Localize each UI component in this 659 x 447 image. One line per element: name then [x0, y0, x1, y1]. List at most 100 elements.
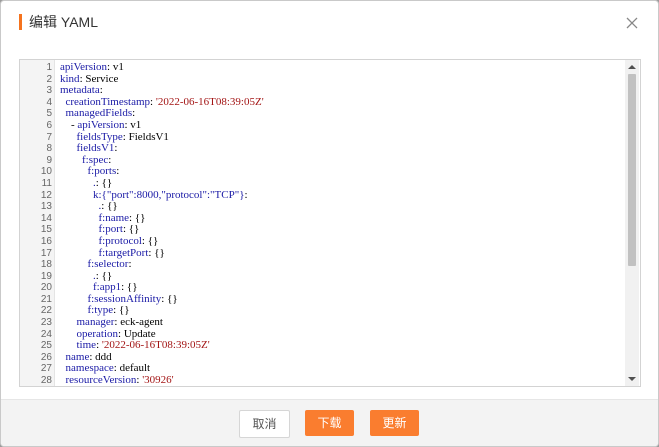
code-indent: - — [60, 118, 78, 131]
yaml-value: {} — [118, 304, 130, 317]
line-number: 4 — [46, 96, 52, 108]
yaml-key: namespace — [65, 362, 114, 375]
title-accent-bar — [19, 14, 22, 30]
code-area[interactable]: 1 apiVersion: v1 2 kind: Service 3 metadata: 4… — [41, 61, 264, 387]
line-number: 24 — [40, 328, 52, 340]
yaml-value: v1 — [112, 61, 124, 73]
yaml-key: f:type — [87, 304, 114, 317]
line-number: 9 — [46, 154, 52, 166]
close-icon[interactable] — [625, 16, 639, 30]
scroll-down-icon[interactable] — [625, 372, 639, 386]
dialog-title: 编辑 YAML — [29, 14, 98, 30]
yaml-value: '30926' — [142, 374, 174, 387]
scroll-up-icon[interactable] — [625, 60, 639, 74]
yaml-key: name — [65, 350, 90, 363]
yaml-key: f:sessionAffinity — [87, 292, 162, 305]
yaml-key: f:protocol — [98, 234, 142, 247]
vertical-scrollbar[interactable] — [625, 60, 639, 386]
yaml-separator: : — [114, 142, 118, 155]
line-number: 7 — [46, 131, 52, 143]
update-button[interactable]: 更新 — [370, 410, 419, 436]
line-number: 21 — [40, 293, 52, 305]
yaml-key: f:port — [98, 223, 123, 236]
line-number: 8 — [46, 143, 52, 155]
line-number: 14 — [40, 212, 52, 224]
line-number: 2 — [46, 73, 52, 85]
yaml-key: fieldsType — [76, 130, 123, 143]
scrollbar-thumb[interactable] — [628, 74, 636, 266]
yaml-value: {} — [126, 281, 138, 294]
yaml-value: {} — [147, 234, 159, 247]
yaml-editor[interactable]: 1 apiVersion: v1 2 kind: Service 3 metadata: 4… — [19, 59, 641, 387]
dialog-footer: 取消 下载 更新 — [1, 399, 658, 446]
yaml-value: Update — [123, 327, 156, 340]
line-number: 19 — [40, 270, 52, 282]
yaml-value: {} — [154, 246, 165, 259]
yaml-key: resourceVersion — [65, 374, 137, 387]
yaml-separator: : — [108, 153, 112, 166]
line-number: 15 — [40, 224, 52, 236]
line-number: 6 — [46, 119, 52, 131]
yaml-key: f:spec — [82, 153, 109, 166]
line-number: 3 — [46, 85, 52, 97]
line-number: 18 — [40, 259, 52, 271]
yaml-key: f:name — [98, 211, 130, 224]
yaml-key: creationTimestamp — [65, 95, 151, 108]
cancel-button[interactable]: 取消 — [239, 410, 290, 438]
yaml-value: '2022-06-16T08:39:05Z' — [101, 339, 210, 352]
line-number: 17 — [40, 247, 52, 259]
yaml-key: fieldsV1 — [76, 142, 115, 155]
line-number: 12 — [40, 189, 52, 201]
code-line[interactable]: 28 resourceVersion: '30926' — [41, 374, 264, 387]
yaml-key: f:selector — [87, 258, 129, 271]
yaml-key: metadata — [60, 84, 100, 97]
line-number: 11 — [41, 177, 52, 189]
yaml-value: v1 — [130, 118, 142, 131]
yaml-key: f:app1 — [93, 281, 122, 294]
yaml-key: time — [76, 339, 97, 352]
yaml-value: '2022-06-16T08:39:05Z' — [155, 95, 264, 108]
line-number: 28 — [40, 375, 52, 387]
yaml-key: apiVersion — [77, 118, 125, 131]
yaml-key: f:ports — [87, 165, 117, 178]
edit-yaml-dialog: 编辑 YAML 1 apiVersion: v1 2 kind: Service 3 me… — [0, 0, 659, 447]
line-number: 26 — [40, 351, 52, 363]
line-number: 22 — [40, 305, 52, 317]
yaml-value: {} — [134, 211, 146, 224]
yaml-key: apiVersion — [60, 61, 108, 73]
dialog-header: 编辑 YAML — [1, 1, 658, 46]
line-number: 1 — [46, 62, 52, 73]
line-number: 16 — [40, 235, 52, 247]
download-button[interactable]: 下载 — [305, 410, 354, 436]
yaml-separator: : — [116, 165, 120, 178]
yaml-separator: : — [132, 107, 136, 120]
yaml-value: {} — [167, 292, 178, 305]
line-number: 20 — [40, 282, 52, 294]
line-number: 27 — [40, 363, 52, 375]
yaml-key: k:{"port":8000,"protocol":"TCP"} — [93, 188, 245, 201]
yaml-value: {} — [107, 200, 118, 213]
yaml-separator: : — [128, 258, 132, 271]
line-number: 13 — [40, 201, 52, 213]
yaml-value: {} — [101, 176, 113, 189]
yaml-value: default — [119, 362, 151, 375]
yaml-value: FieldsV1 — [128, 130, 169, 143]
yaml-value: Service — [85, 72, 119, 85]
yaml-key: operation — [76, 327, 119, 340]
